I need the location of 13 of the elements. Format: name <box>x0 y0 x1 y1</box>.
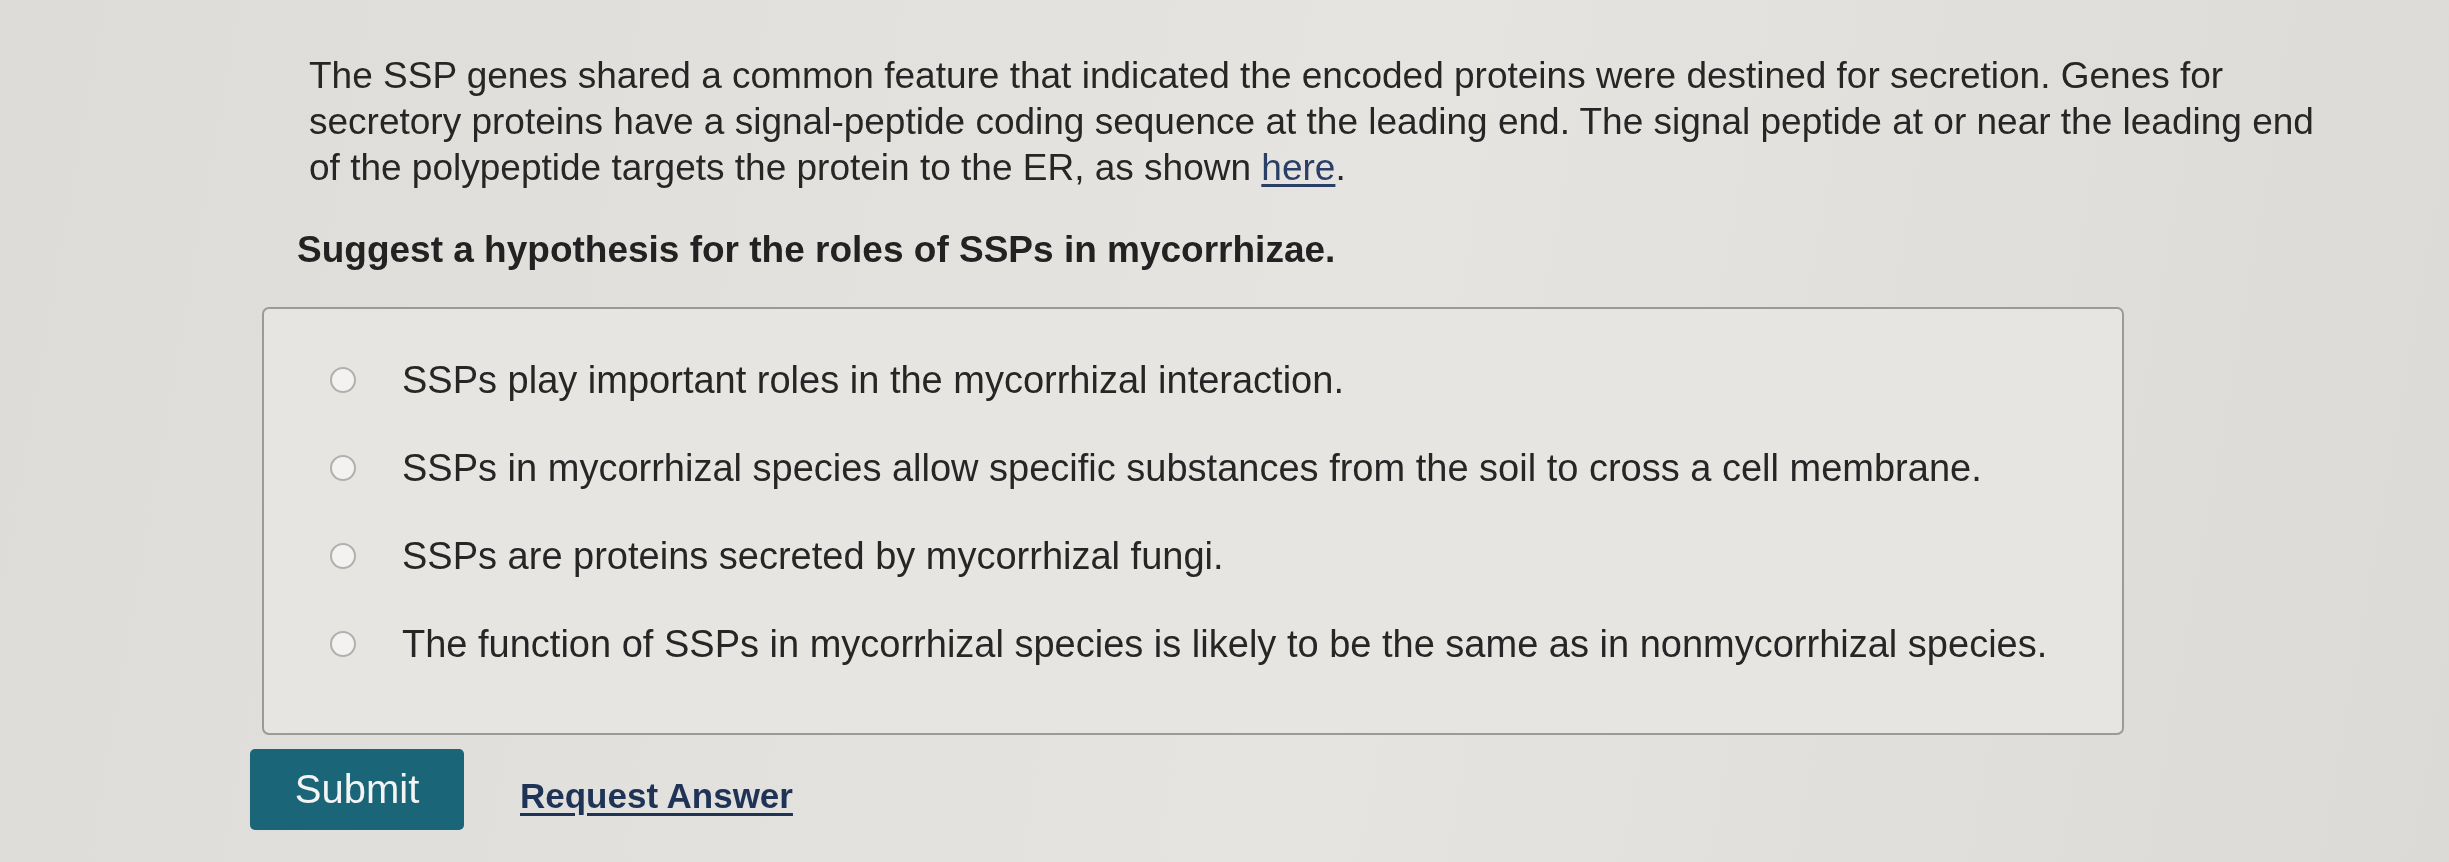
text-link[interactable]: here <box>1261 147 1336 188</box>
option-label: The function of SSPs in mycorrhizal species is likely to be the same as in nonmycorrhizal species. <box>402 623 2048 665</box>
option-label: SSPs are proteins secreted by mycorrhizal fungi. <box>402 535 1224 577</box>
radio-button[interactable] <box>330 543 356 569</box>
radio-button[interactable] <box>330 367 356 393</box>
radio-button[interactable] <box>330 455 356 481</box>
option-label: SSPs play important roles in the mycorrhizal interaction. <box>402 359 1344 401</box>
question-prompt: Suggest a hypothesis for the roles of SSPs in mycorrhizae. <box>297 229 1337 271</box>
request-answer-link[interactable]: Request Answer <box>520 775 793 816</box>
radio-button[interactable] <box>330 631 356 657</box>
question-text: The SSP genes shared a common feature that indicated the encoded proteins were destined for secretion. Genes for secretory proteins have a signal-peptide coding sequence at the leading end. The signal peptide at or near the leading end of the polypeptide targets the protein to the ER, as shown here. <box>309 54 2315 190</box>
submit-button[interactable]: Submit <box>250 749 464 830</box>
option-label: SSPs in mycorrhizal species allow specific substances from the soil to cross a cell membrane. <box>402 447 1982 489</box>
